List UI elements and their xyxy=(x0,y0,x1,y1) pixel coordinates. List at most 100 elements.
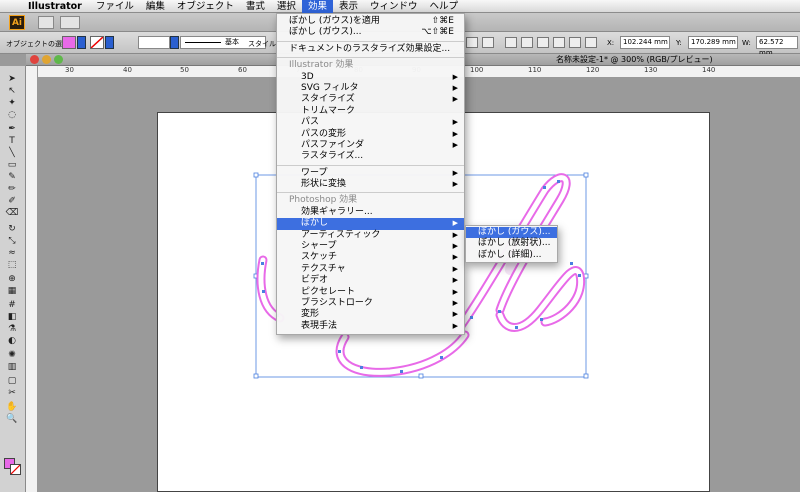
scale-tool-icon[interactable]: ⤡ xyxy=(4,236,20,246)
column-graph-tool-icon[interactable]: ▥ xyxy=(4,362,20,372)
type-tool-icon[interactable]: T xyxy=(4,136,20,146)
fill-dropdown-icon[interactable] xyxy=(77,36,86,49)
width-field[interactable]: 62.572 mm xyxy=(756,36,798,57)
distribute-bottom-icon[interactable] xyxy=(585,37,597,48)
stroke-weight-field[interactable] xyxy=(138,36,170,49)
x-position-field[interactable]: 102.244 mm xyxy=(620,36,670,49)
selection-tool-icon[interactable]: ➤ xyxy=(4,74,20,84)
pen-tool-icon[interactable]: ✒ xyxy=(4,124,20,134)
warp-item[interactable]: ワープ ▶ xyxy=(277,168,464,179)
blend-tool-icon[interactable]: ◐ xyxy=(4,336,20,346)
svg-filters-item[interactable]: SVG フィルタ ▶ xyxy=(277,83,464,94)
stroke-dropdown-icon[interactable] xyxy=(105,36,114,49)
eraser-tool-icon[interactable]: ⌫ xyxy=(4,208,20,218)
blur-item[interactable]: ぼかし ▶ xyxy=(277,218,464,230)
submenu-arrow-icon: ▶ xyxy=(452,180,458,189)
stroke-weight-dropdown-icon[interactable] xyxy=(170,36,179,49)
fill-color-swatch[interactable] xyxy=(62,36,76,49)
vertical-ruler[interactable] xyxy=(26,66,38,492)
close-window-icon[interactable] xyxy=(30,55,39,64)
hand-tool-icon[interactable]: ✋ xyxy=(4,402,20,412)
texture-item[interactable]: テクスチャ ▶ xyxy=(277,264,464,275)
submenu-arrow-icon: ▶ xyxy=(452,140,458,149)
submenu-arrow-icon: ▶ xyxy=(452,83,458,92)
submenu-arrow-icon: ▶ xyxy=(452,276,458,285)
convert-to-shape-item[interactable]: 形状に変換 ▶ xyxy=(277,179,464,190)
menu-select[interactable]: 選択 xyxy=(271,0,302,13)
slice-tool-icon[interactable]: ✂ xyxy=(4,388,20,398)
submenu-arrow-icon: ▶ xyxy=(452,230,458,239)
menu-app-name[interactable]: Illustrator xyxy=(24,0,90,13)
distribute-center-icon[interactable] xyxy=(569,37,581,48)
smart-blur-item[interactable]: ぼかし (詳細)... xyxy=(466,250,557,261)
distort-item[interactable]: 変形 ▶ xyxy=(277,309,464,320)
zoom-tool-icon[interactable]: 🔍 xyxy=(4,414,20,424)
stroke-color-indicator[interactable] xyxy=(10,464,21,475)
align-bottom-icon[interactable] xyxy=(537,37,549,48)
direct-selection-tool-icon[interactable]: ↖ xyxy=(4,86,20,96)
stroke-style-value: 基本 xyxy=(225,38,239,46)
submenu-arrow-icon: ▶ xyxy=(452,118,458,127)
apply-gaussian-blur-item[interactable]: ぼかし (ガウス)を適用 ⇧⌘E xyxy=(277,16,464,27)
free-transform-tool-icon[interactable]: ⬚ xyxy=(4,260,20,270)
symbol-sprayer-tool-icon[interactable]: ✺ xyxy=(4,350,20,360)
stylize-photoshop-item[interactable]: 表現手法 ▶ xyxy=(277,321,464,332)
y-position-field[interactable]: 170.289 mm xyxy=(688,36,738,49)
paintbrush-tool-icon[interactable]: ✎ xyxy=(4,172,20,182)
align-middle-icon[interactable] xyxy=(521,37,533,48)
trim-marks-item[interactable]: トリムマーク xyxy=(277,106,464,117)
gaussian-blur-dialog-item[interactable]: ぼかし (ガウス)... ⌥⇧⌘E xyxy=(277,27,464,38)
rasterize-item[interactable]: ラスタライズ... xyxy=(277,151,464,162)
path-item[interactable]: パス ▶ xyxy=(277,117,464,128)
warp-tool-icon[interactable]: ≈ xyxy=(4,248,20,258)
menu-type[interactable]: 書式 xyxy=(240,0,271,13)
menu-file[interactable]: ファイル xyxy=(90,0,140,13)
magic-wand-tool-icon[interactable]: ✦ xyxy=(4,98,20,108)
arrange-documents-icon[interactable] xyxy=(60,16,80,29)
sharpen-item[interactable]: シャープ ▶ xyxy=(277,241,464,252)
menu-window[interactable]: ウィンドウ xyxy=(364,0,424,13)
stylize-item[interactable]: スタイライズ ▶ xyxy=(277,94,464,105)
submenu-arrow-icon: ▶ xyxy=(452,310,458,319)
sketch-item[interactable]: スケッチ ▶ xyxy=(277,252,464,263)
mesh-tool-icon[interactable]: # xyxy=(4,300,20,310)
ruler-number: 130 xyxy=(644,66,658,74)
menu-view[interactable]: 表示 xyxy=(333,0,364,13)
eyedropper-tool-icon[interactable]: ⚗ xyxy=(4,324,20,334)
zoom-window-icon[interactable] xyxy=(54,55,63,64)
bridge-icon[interactable] xyxy=(38,16,54,29)
gaussian-blur-item[interactable]: ぼかし (ガウス)... xyxy=(466,227,557,239)
lasso-tool-icon[interactable]: ◌ xyxy=(4,110,20,120)
artboard-tool-icon[interactable]: ▢ xyxy=(4,376,20,386)
effect-menu-dropdown: ぼかし (ガウス)を適用 ⇧⌘E ぼかし (ガウス)... ⌥⇧⌘E ドキュメントの… xyxy=(276,13,465,336)
menu-edit[interactable]: 編集 xyxy=(140,0,171,13)
stroke-color-swatch[interactable] xyxy=(90,36,104,49)
align-top-icon[interactable] xyxy=(505,37,517,48)
pixelate-item[interactable]: ピクセレート ▶ xyxy=(277,287,464,298)
gradient-tool-icon[interactable]: ◧ xyxy=(4,312,20,322)
minimize-window-icon[interactable] xyxy=(42,55,51,64)
distribute-top-icon[interactable] xyxy=(553,37,565,48)
perspective-grid-tool-icon[interactable]: ▦ xyxy=(4,286,20,296)
effect-gallery-item[interactable]: 効果ギャラリー... xyxy=(277,207,464,218)
artistic-item[interactable]: アーティスティック ▶ xyxy=(277,230,464,241)
blob-brush-tool-icon[interactable]: ✐ xyxy=(4,196,20,206)
menu-help[interactable]: ヘルプ xyxy=(423,0,464,13)
align-center-icon[interactable] xyxy=(482,37,494,48)
rotate-tool-icon[interactable]: ↻ xyxy=(4,224,20,234)
brush-strokes-item[interactable]: ブラシストローク ▶ xyxy=(277,298,464,309)
video-item[interactable]: ビデオ ▶ xyxy=(277,275,464,286)
pathfinder-item[interactable]: パスファインダ ▶ xyxy=(277,140,464,151)
align-left-icon[interactable] xyxy=(466,37,478,48)
x-label: X: xyxy=(607,39,615,47)
pencil-tool-icon[interactable]: ✏ xyxy=(4,184,20,194)
effect-3d-item[interactable]: 3D ▶ xyxy=(277,72,464,83)
document-raster-effects-settings-item[interactable]: ドキュメントのラスタライズ効果設定... xyxy=(277,44,464,55)
distort-transform-item[interactable]: パスの変形 ▶ xyxy=(277,129,464,140)
menu-effect[interactable]: 効果 xyxy=(301,0,333,13)
shape-builder-tool-icon[interactable]: ⊕ xyxy=(4,274,20,284)
radial-blur-item[interactable]: ぼかし (放射状)... xyxy=(466,238,557,249)
menu-object[interactable]: オブジェクト xyxy=(171,0,240,13)
rectangle-tool-icon[interactable]: ▭ xyxy=(4,160,20,170)
line-tool-icon[interactable]: ╲ xyxy=(4,148,20,158)
